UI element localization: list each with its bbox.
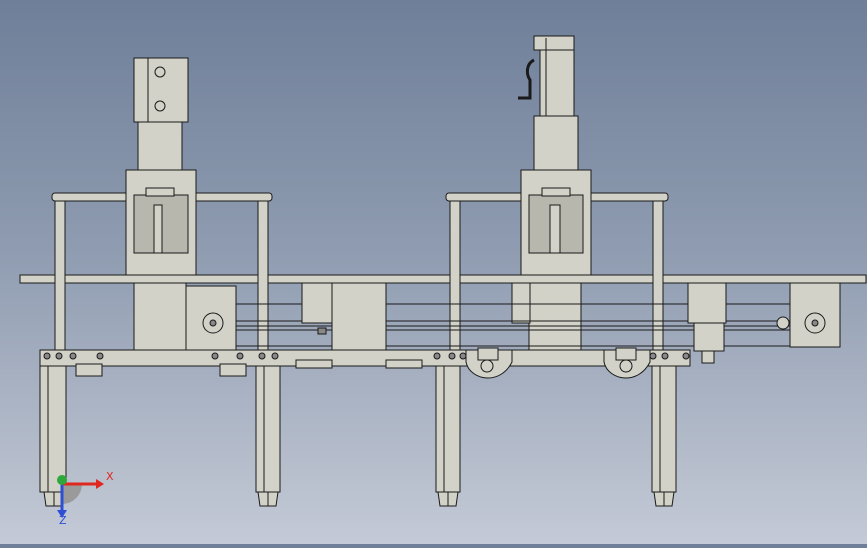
leg-mid-right	[435, 365, 461, 507]
roller-right-small	[776, 316, 790, 330]
station-left	[51, 57, 273, 351]
leg-rear-right	[651, 365, 677, 507]
sensor-right	[603, 347, 651, 379]
cad-viewport[interactable]: X Z	[0, 0, 867, 544]
station-right	[445, 35, 669, 351]
sensor-left	[465, 347, 513, 379]
z-axis-label: Z	[59, 514, 67, 524]
lower-frame-rail	[39, 349, 691, 367]
triad-arc	[62, 484, 82, 504]
leg-mid-left	[255, 365, 281, 507]
y-axis-dot	[57, 475, 67, 485]
assembly-drawing	[19, 35, 867, 507]
top-plate	[19, 274, 867, 284]
orientation-triad: X Z	[57, 470, 114, 524]
drive-assembly-right	[687, 282, 841, 364]
x-axis-label: X	[106, 470, 114, 483]
